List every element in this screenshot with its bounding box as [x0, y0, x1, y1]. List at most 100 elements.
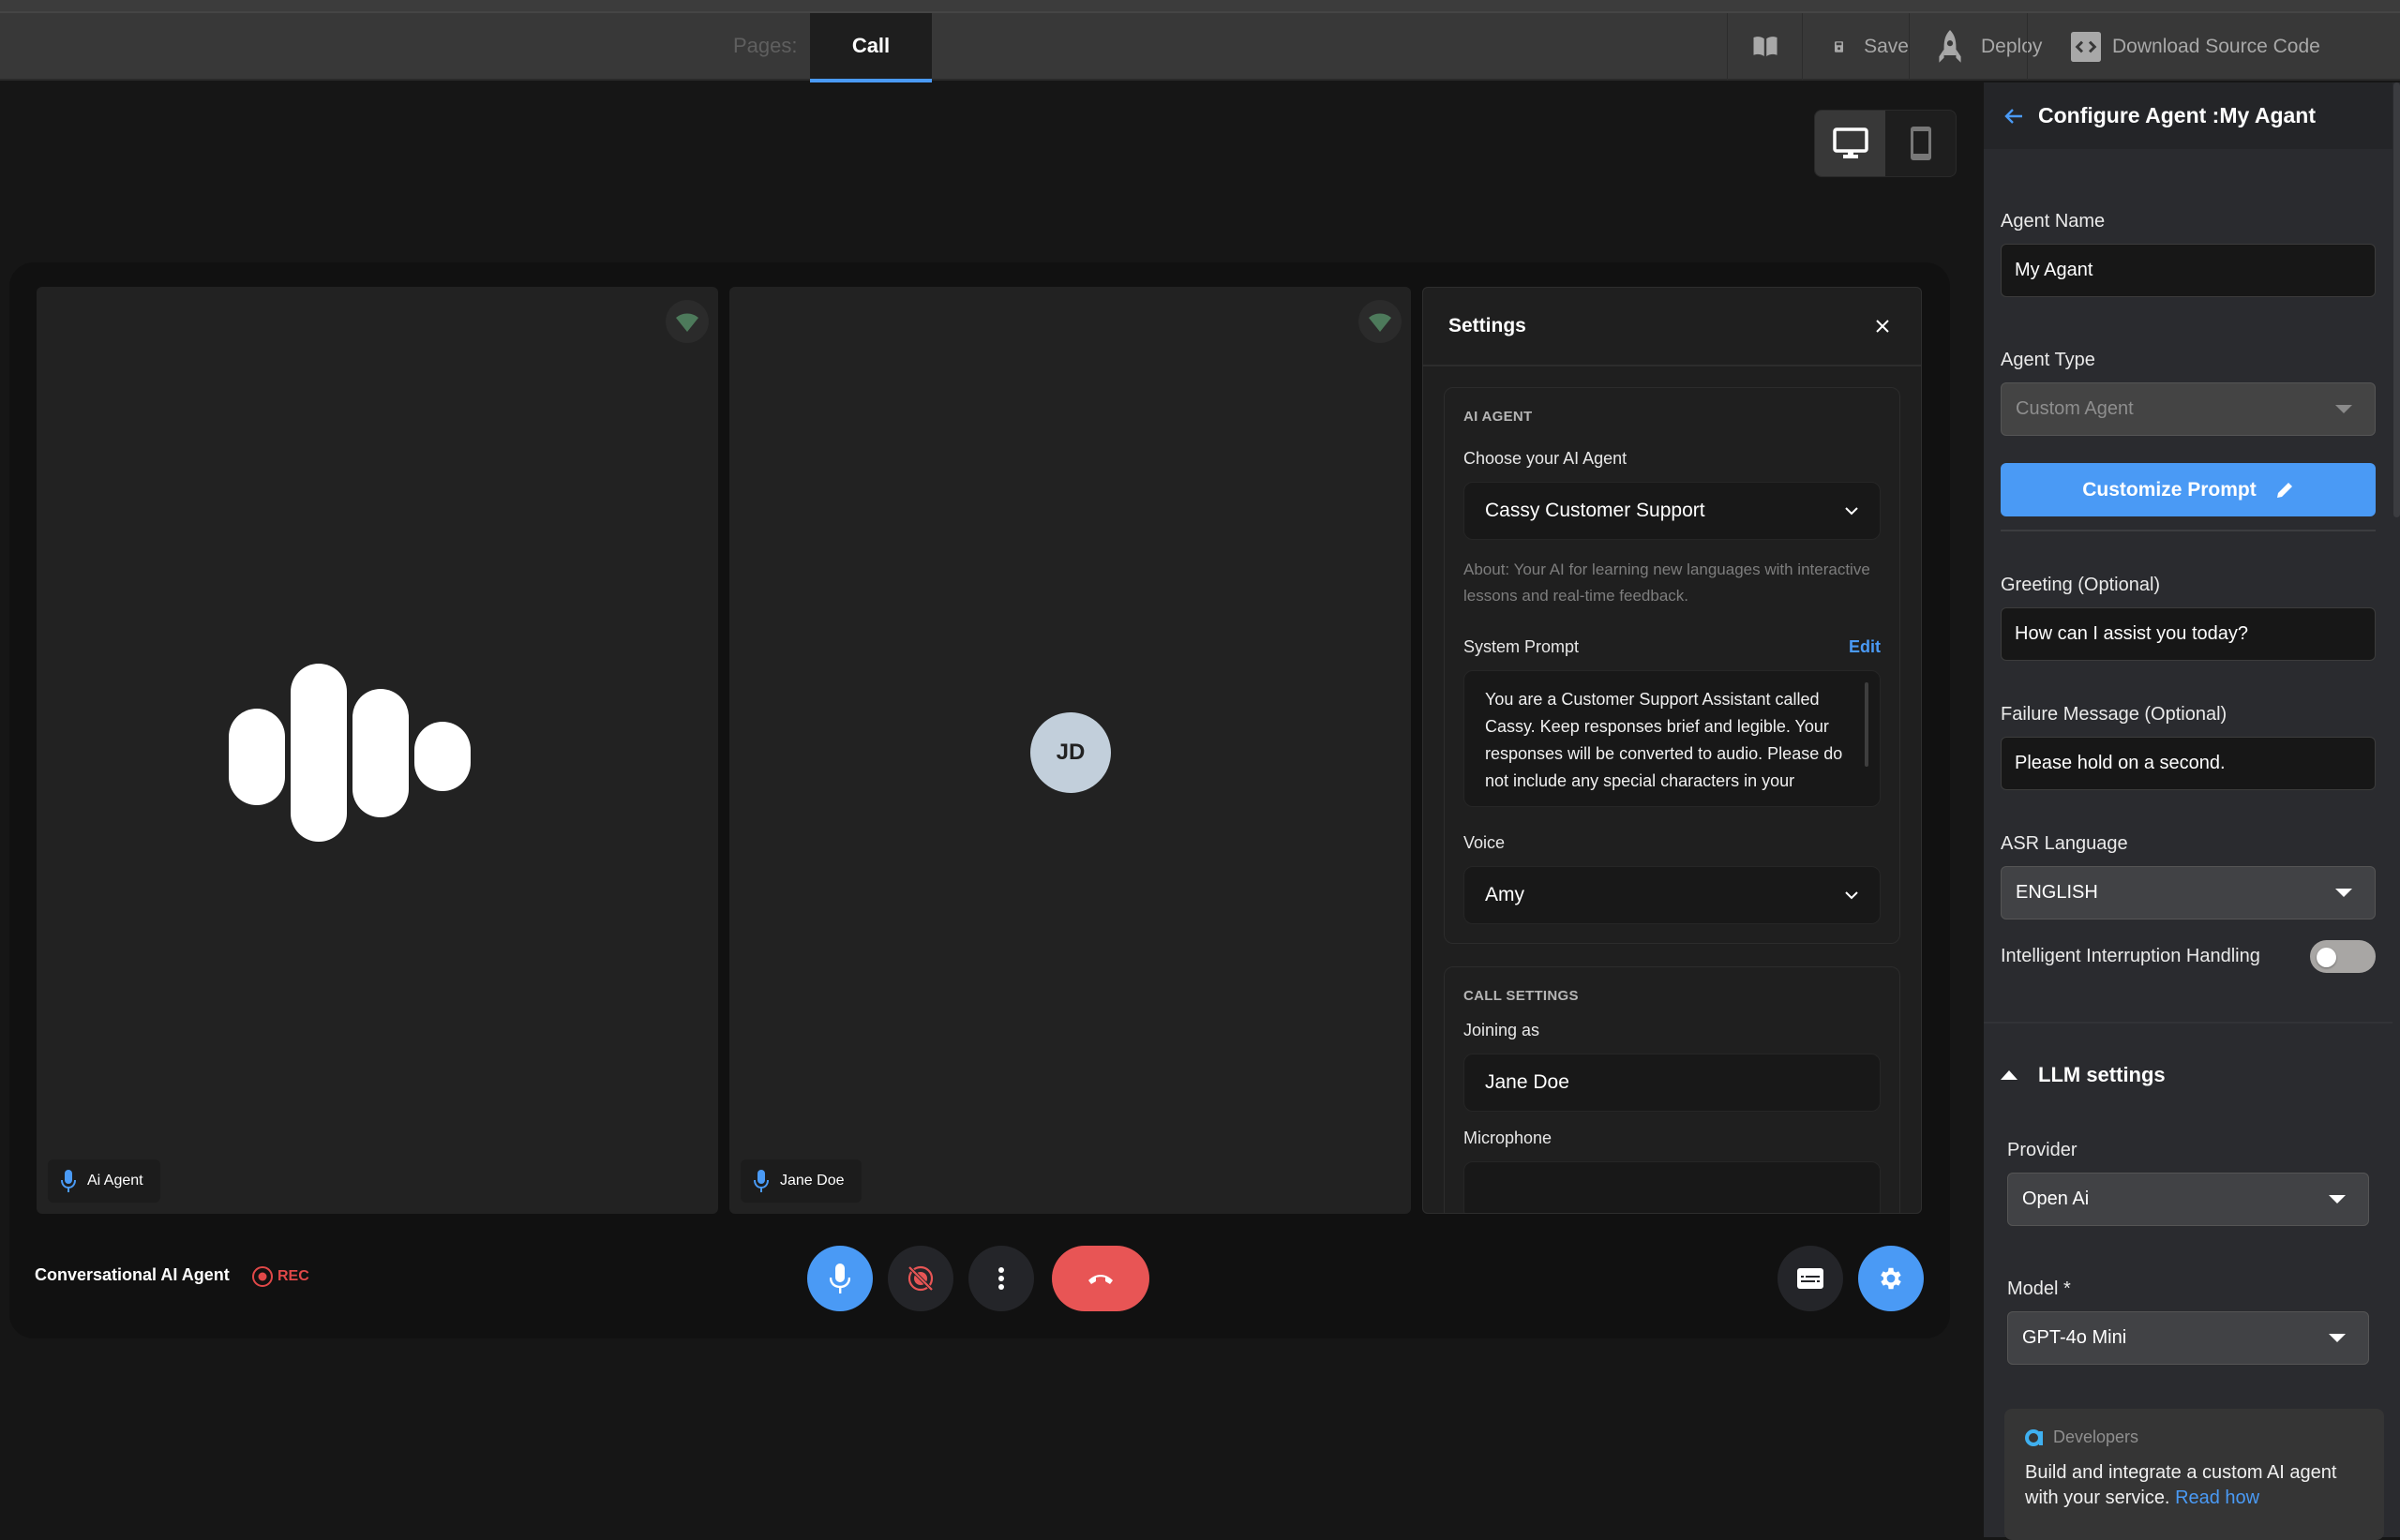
call-title: Conversational AI Agent — [35, 1265, 230, 1284]
participant-name-chip: Jane Doe — [741, 1159, 862, 1203]
system-prompt-textarea[interactable]: You are a Customer Support Assistant cal… — [1463, 670, 1881, 807]
caret-down-icon — [2329, 1195, 2346, 1204]
section-title: AI AGENT — [1463, 409, 1533, 425]
section-title: CALL SETTINGS — [1463, 988, 1579, 1004]
system-prompt-text: You are a Customer Support Assistant cal… — [1485, 690, 1843, 790]
model-select[interactable]: GPT-4o Mini — [2007, 1311, 2369, 1365]
page-tab-call[interactable]: Call — [810, 13, 932, 82]
microphone-select[interactable] — [1463, 1161, 1881, 1213]
microphone-icon — [754, 1170, 769, 1192]
llm-settings-title: LLM settings — [2038, 1063, 2166, 1086]
book-open-icon — [1753, 37, 1777, 56]
call-settings-section: CALL SETTINGS Joining as Jane Doe Microp… — [1444, 966, 1900, 1213]
record-icon — [252, 1266, 273, 1287]
agent-about-text: About: Your AI for learning new language… — [1463, 561, 1870, 605]
microphone-label: Microphone — [1463, 1129, 1881, 1148]
caret-down-icon — [2329, 1334, 2346, 1342]
back-arrow-icon[interactable] — [2004, 108, 2023, 125]
developers-card-header: Developers — [2025, 1428, 2363, 1447]
customize-prompt-label: Customize Prompt — [2082, 478, 2257, 501]
edit-prompt-link[interactable]: Edit — [1849, 637, 1881, 657]
divider — [1984, 1022, 2392, 1024]
floppy-disk-icon — [1835, 41, 1844, 52]
ai-waveform-icon — [229, 664, 471, 842]
greeting-input[interactable]: How can I assist you today? — [2001, 607, 2376, 661]
captions-button[interactable] — [1778, 1246, 1843, 1311]
settings-header: Settings — [1423, 288, 1921, 366]
wifi-signal-icon — [1369, 313, 1391, 332]
mobile-view-button[interactable] — [1885, 111, 1956, 176]
joining-as-value: Jane Doe — [1485, 1071, 1569, 1093]
interruption-row: Intelligent Interruption Handling — [2001, 940, 2376, 973]
docs-button[interactable] — [1727, 13, 1802, 81]
download-label: Download Source Code — [2112, 36, 2320, 57]
device-toggle — [1814, 110, 1957, 177]
top-toolbar: Pages: Call Save Deploy Download Source … — [0, 13, 2400, 82]
monitor-icon — [1832, 127, 1868, 158]
close-icon — [1876, 320, 1889, 333]
voice-label: Voice — [1463, 833, 1881, 853]
save-label: Save — [1864, 36, 1909, 57]
provider-select[interactable]: Open Ai — [2007, 1173, 2369, 1226]
settings-title: Settings — [1448, 315, 1526, 336]
prompt-scrollbar[interactable] — [1865, 682, 1868, 767]
system-prompt-header: System Prompt Edit — [1463, 637, 1881, 657]
agent-select[interactable]: Cassy Customer Support — [1463, 482, 1881, 540]
save-button[interactable]: Save — [1802, 13, 1909, 81]
captions-icon — [1797, 1268, 1823, 1289]
agent-name-input[interactable]: My Agant — [2001, 244, 2376, 297]
voice-select[interactable]: Amy — [1463, 866, 1881, 924]
call-settings-button[interactable] — [1858, 1246, 1924, 1311]
voice-label-text: Voice — [1463, 833, 1506, 852]
interruption-label: Intelligent Interruption Handling — [2001, 946, 2260, 966]
interruption-toggle[interactable] — [2310, 940, 2376, 973]
caret-down-icon — [2335, 405, 2352, 413]
customize-prompt-button[interactable]: Customize Prompt — [2001, 463, 2376, 516]
gear-icon — [1881, 1267, 1901, 1290]
pencil-icon — [2276, 482, 2292, 498]
asr-language-label: ASR Language — [2001, 833, 2128, 854]
recording-indicator: REC — [251, 1265, 309, 1288]
mobile-phone-icon — [1910, 127, 1931, 160]
camera-toggle-button[interactable] — [888, 1246, 953, 1311]
ai-agent-section: AI AGENT Choose your AI Agent Cassy Cust… — [1444, 387, 1900, 944]
llm-settings-header[interactable]: LLM settings — [2001, 1063, 2376, 1087]
scrollbar-thumb[interactable] — [2393, 82, 2400, 517]
panel-header: Configure Agent :My Agant — [1984, 82, 2392, 149]
caret-up-icon — [2001, 1070, 2018, 1080]
provider-label: Provider — [2007, 1140, 2078, 1160]
joining-as-input[interactable]: Jane Doe — [1463, 1054, 1881, 1112]
close-settings-button[interactable] — [1868, 312, 1897, 340]
agent-select-value: Cassy Customer Support — [1485, 500, 1705, 521]
panel-scrollbar[interactable] — [2392, 82, 2400, 1537]
agent-type-select[interactable]: Custom Agent — [2001, 382, 2376, 436]
brand-logo-icon — [2025, 1428, 2043, 1446]
asr-language-value: ENGLISH — [2016, 882, 2098, 903]
more-options-button[interactable] — [968, 1246, 1034, 1311]
greeting-label: Greeting (Optional) — [2001, 575, 2161, 595]
deploy-button[interactable]: Deploy — [1909, 13, 2042, 81]
network-signal-badge — [1358, 300, 1402, 343]
voice-select-value: Amy — [1485, 884, 1524, 905]
toggle-knob — [2317, 948, 2336, 967]
microphone-toggle-button[interactable] — [807, 1246, 873, 1311]
provider-value: Open Ai — [2022, 1189, 2090, 1209]
participant-name: Ai Agent — [87, 1173, 143, 1189]
window-top-strip — [0, 0, 2400, 13]
configure-agent-panel: Configure Agent :My Agant Agent Name My … — [1984, 82, 2392, 1537]
end-call-button[interactable] — [1052, 1246, 1149, 1311]
developers-body: Build and integrate a custom AI agent wi… — [2025, 1460, 2363, 1511]
more-vertical-icon — [998, 1267, 1004, 1290]
microphone-label-text: Microphone — [1463, 1129, 1552, 1147]
joining-as-label: Joining as — [1463, 1021, 1881, 1040]
download-source-button[interactable]: Download Source Code — [2027, 13, 2400, 81]
read-how-link[interactable]: Read how — [2175, 1488, 2259, 1508]
failure-message-input[interactable]: Please hold on a second. — [2001, 737, 2376, 790]
asr-language-select[interactable]: ENGLISH — [2001, 866, 2376, 920]
chevron-down-icon — [1845, 507, 1858, 516]
wifi-signal-icon — [676, 313, 698, 332]
desktop-view-button[interactable] — [1815, 111, 1885, 176]
video-tile-jane-doe: JD Jane Doe — [729, 287, 1411, 1214]
rec-label: REC — [278, 1268, 309, 1284]
llm-settings-section: LLM settings Provider Open Ai Model * GP… — [1984, 1063, 2392, 1429]
